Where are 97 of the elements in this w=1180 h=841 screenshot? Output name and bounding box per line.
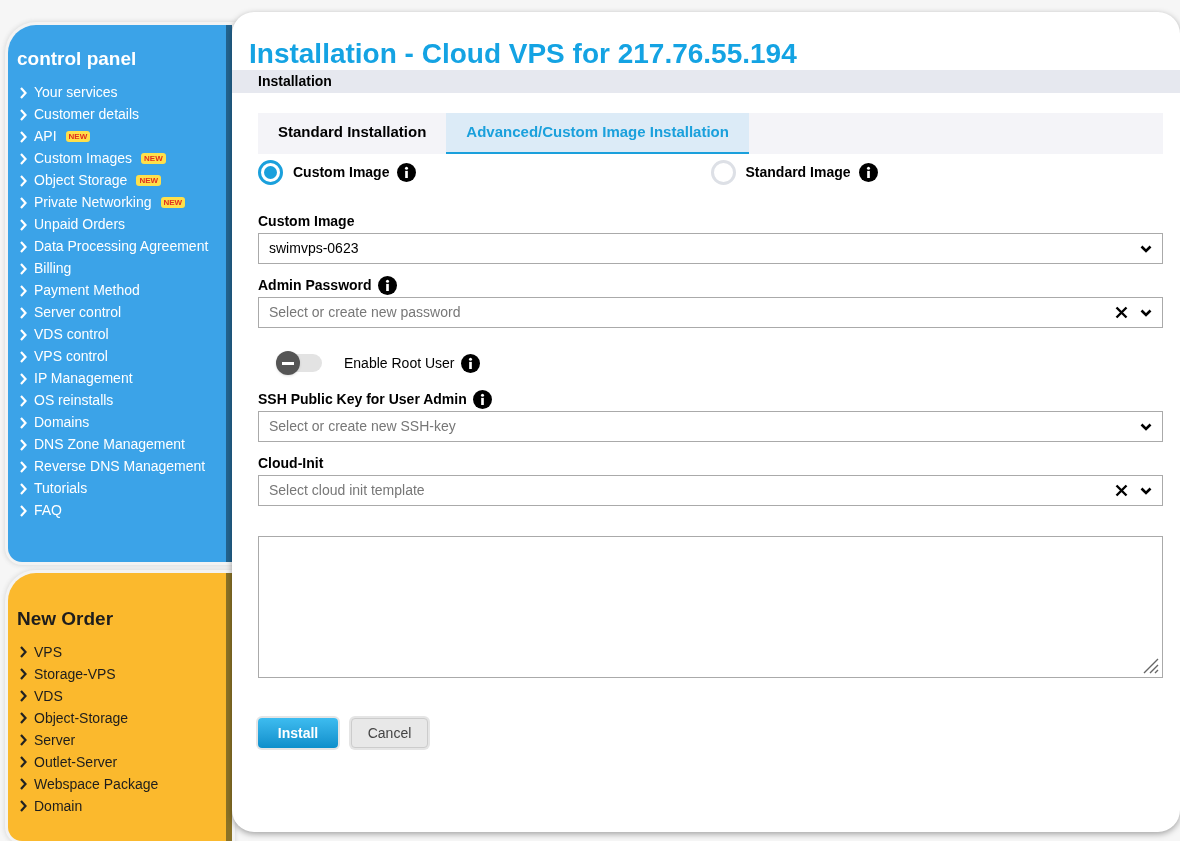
resize-handle-icon[interactable] bbox=[1141, 656, 1159, 674]
new-badge: NEW bbox=[160, 197, 186, 208]
menu-link[interactable]: VDS control bbox=[34, 324, 109, 345]
menu-link[interactable]: Server bbox=[34, 729, 76, 751]
select-field[interactable]: Select or create new SSH-key bbox=[258, 411, 1163, 442]
chevron-icon bbox=[20, 646, 27, 658]
chevron-icon bbox=[20, 504, 27, 517]
chevron-icon bbox=[20, 734, 27, 746]
menu-link[interactable]: Object-Storage bbox=[34, 707, 129, 729]
new-badge: NEW bbox=[65, 131, 91, 142]
menu-link[interactable]: Server control bbox=[34, 302, 122, 323]
menu-link[interactable]: Custom Images bbox=[34, 148, 133, 169]
radio-button[interactable] bbox=[258, 159, 283, 185]
menu-link[interactable]: Domains bbox=[34, 412, 90, 433]
menu-link[interactable]: Outlet-Server bbox=[34, 751, 118, 773]
field-label: Admin Password bbox=[258, 275, 372, 295]
chevron-icon bbox=[20, 690, 27, 702]
menu-link[interactable]: Customer details bbox=[34, 104, 140, 125]
install-button[interactable]: Install bbox=[258, 718, 338, 748]
menu-link[interactable]: Private Networking bbox=[34, 192, 152, 213]
radio-label: Standard Image bbox=[745, 162, 851, 182]
menu-link[interactable]: IP Management bbox=[34, 368, 133, 389]
menu-link[interactable]: Payment Method bbox=[34, 280, 140, 301]
menu-link[interactable]: API bbox=[34, 126, 57, 147]
select-field[interactable]: swimvps-0623 bbox=[258, 233, 1163, 264]
select-placeholder: Select or create new SSH-key bbox=[269, 417, 457, 436]
chevron-icon bbox=[20, 152, 27, 165]
field-label: SSH Public Key for User Admin bbox=[258, 389, 467, 409]
menu-link[interactable]: Domain bbox=[34, 795, 83, 817]
select-value: swimvps-0623 bbox=[269, 239, 360, 258]
new-badge: NEW bbox=[141, 153, 166, 164]
cancel-button[interactable]: Cancel bbox=[351, 718, 428, 748]
menu-link[interactable]: Your services bbox=[34, 82, 118, 103]
chevron-icon bbox=[20, 328, 27, 341]
caret-icon[interactable] bbox=[1140, 486, 1152, 495]
chevron-icon bbox=[20, 778, 27, 790]
field-label: Custom Image bbox=[258, 211, 355, 231]
new-badge: NEW bbox=[136, 175, 162, 186]
chevron-icon bbox=[20, 350, 27, 363]
caret-icon[interactable] bbox=[1140, 308, 1152, 317]
chevron-icon bbox=[20, 108, 27, 121]
info-icon[interactable] bbox=[397, 162, 417, 182]
panel-title: control panel bbox=[17, 47, 138, 71]
menu-link[interactable]: Storage-VPS bbox=[34, 663, 116, 685]
field-label: Cloud-Init bbox=[258, 453, 324, 473]
info-icon[interactable] bbox=[377, 275, 397, 295]
select-field[interactable]: Select or create new password bbox=[258, 297, 1163, 328]
chevron-icon bbox=[20, 240, 27, 253]
info-icon[interactable] bbox=[460, 353, 480, 373]
panel-title: New Order bbox=[17, 606, 115, 631]
root-user-toggle[interactable] bbox=[276, 354, 322, 372]
clear-icon[interactable] bbox=[1115, 484, 1128, 497]
radio-label: Custom Image bbox=[293, 162, 390, 182]
chevron-icon bbox=[20, 306, 27, 319]
chevron-icon bbox=[20, 482, 27, 495]
section-header: Installation bbox=[232, 70, 1180, 93]
chevron-icon bbox=[20, 668, 27, 680]
chevron-icon bbox=[20, 196, 27, 209]
chevron-icon bbox=[20, 712, 27, 724]
chevron-icon bbox=[20, 394, 27, 407]
menu-link[interactable]: Billing bbox=[34, 258, 72, 279]
chevron-icon bbox=[20, 372, 27, 385]
select-placeholder: Select cloud init template bbox=[269, 481, 426, 500]
tab[interactable]: Standard Installation bbox=[258, 113, 447, 154]
menu-link[interactable]: Reverse DNS Management bbox=[34, 456, 206, 477]
clear-icon[interactable] bbox=[1115, 306, 1128, 319]
menu-link[interactable]: VPS bbox=[34, 641, 62, 663]
menu-link[interactable]: Unpaid Orders bbox=[34, 214, 126, 235]
menu-link[interactable]: VPS control bbox=[34, 346, 108, 367]
chevron-icon bbox=[20, 130, 27, 143]
chevron-icon bbox=[20, 262, 27, 275]
caret-icon[interactable] bbox=[1140, 422, 1152, 431]
tab[interactable]: Advanced/Custom Image Installation bbox=[446, 113, 749, 154]
toggle-label: Enable Root User bbox=[344, 353, 455, 373]
page-title: Installation - Cloud VPS for 217.76.55.194 bbox=[248, 38, 798, 70]
chevron-icon bbox=[20, 460, 27, 473]
menu-link[interactable]: OS reinstalls bbox=[34, 390, 114, 411]
info-icon[interactable] bbox=[472, 389, 492, 409]
chevron-icon bbox=[20, 284, 27, 297]
caret-icon[interactable] bbox=[1140, 244, 1152, 253]
select-field[interactable]: Select cloud init template bbox=[258, 475, 1163, 506]
select-placeholder: Select or create new password bbox=[269, 303, 462, 322]
chevron-icon bbox=[20, 416, 27, 429]
menu-link[interactable]: Object Storage bbox=[34, 170, 128, 191]
menu-link[interactable]: Data Processing Agreement bbox=[34, 236, 209, 257]
chevron-icon bbox=[20, 756, 27, 768]
chevron-icon bbox=[20, 218, 27, 231]
chevron-icon bbox=[20, 86, 27, 99]
menu-link[interactable]: VDS bbox=[34, 685, 63, 707]
menu-link[interactable]: Webspace Package bbox=[34, 773, 159, 795]
chevron-icon bbox=[20, 174, 27, 187]
info-icon[interactable] bbox=[858, 162, 878, 182]
menu-link[interactable]: DNS Zone Management bbox=[34, 434, 185, 455]
chevron-icon bbox=[20, 800, 27, 812]
menu-link[interactable]: FAQ bbox=[34, 500, 62, 521]
menu-link[interactable]: Tutorials bbox=[34, 478, 88, 499]
chevron-icon bbox=[20, 438, 27, 451]
